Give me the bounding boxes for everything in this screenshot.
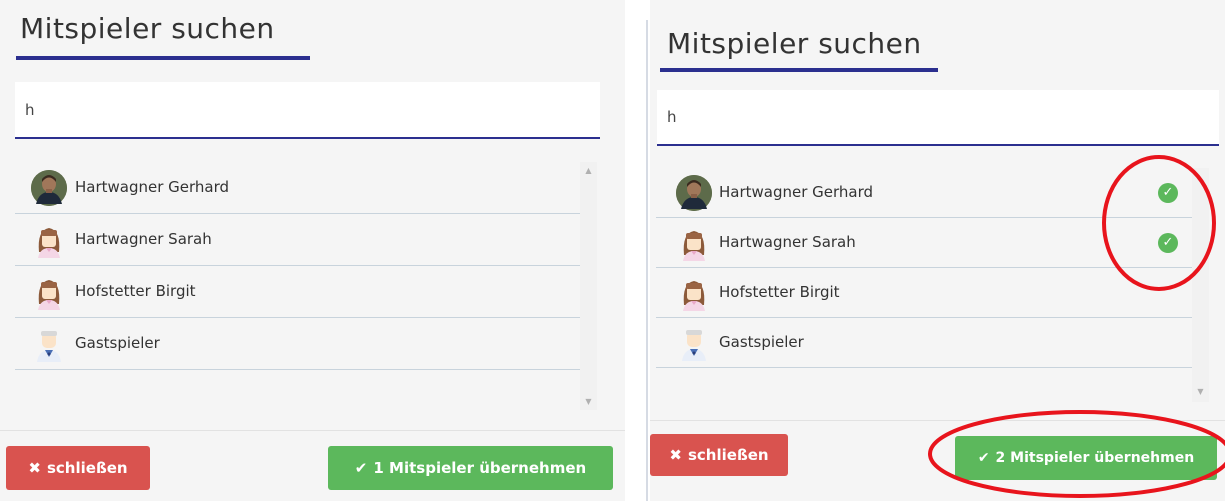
search-input[interactable] [657,90,1219,146]
scroll-up-icon[interactable]: ▲ [580,166,597,175]
list-item[interactable]: Hartwagner Sarah [15,214,580,266]
guest-avatar-icon [31,326,67,362]
footer-divider [650,420,1225,421]
list-item[interactable]: Hartwagner Gerhard [15,162,580,214]
player-name: Hofstetter Birgit [75,282,196,300]
list-item[interactable]: Gastspieler [15,318,580,370]
player-name: Hofstetter Birgit [719,283,840,301]
photo-avatar-icon [676,175,712,211]
player-name: Hartwagner Gerhard [719,183,874,201]
female-avatar-icon [676,275,712,311]
scroll-down-icon[interactable]: ▼ [1192,387,1209,396]
female-avatar-icon [676,225,712,261]
list-item[interactable]: Hartwagner Gerhard ✓ [656,168,1192,218]
search-input[interactable] [15,82,600,139]
confirm-button[interactable]: ✔ 2 Mitspieler übernehmen [955,436,1217,480]
list-item[interactable]: Hartwagner Sarah ✓ [656,218,1192,268]
player-list[interactable]: Hartwagner Gerhard ✓ Hartwagner Sarah ✓ … [656,168,1192,380]
player-name: Gastspieler [75,334,160,352]
female-avatar-icon [31,274,67,310]
player-name: Gastspieler [719,333,804,351]
search-dialog-after: Mitspieler suchen Hartwagner Gerhard ✓ H… [650,0,1225,501]
scrollbar[interactable]: ▼ [1192,168,1209,402]
check-icon: ✔ [354,459,368,477]
player-list[interactable]: Hartwagner Gerhard Hartwagner Sarah Hofs… [15,162,580,410]
footer-divider [0,430,625,431]
check-circle-icon: ✓ [1158,233,1178,253]
player-name: Hartwagner Sarah [719,233,856,251]
check-icon: ✔ [977,450,990,466]
photo-avatar-icon [31,170,67,206]
close-button[interactable]: ✖ schließen [650,434,788,476]
search-dialog-before: Mitspieler suchen Hartwagner Gerhard Har… [0,0,625,501]
panel-separator [646,20,648,501]
player-name: Hartwagner Gerhard [75,178,230,196]
scroll-down-icon[interactable]: ▼ [580,397,597,406]
title-underline [16,56,310,60]
page-title: Mitspieler suchen [20,12,275,45]
list-item[interactable]: Hofstetter Birgit [656,268,1192,318]
confirm-button[interactable]: ✔ 1 Mitspieler übernehmen [328,446,613,490]
x-icon: ✖ [28,459,41,477]
check-circle-icon: ✓ [1158,183,1178,203]
scrollbar[interactable]: ▲ ▼ [580,162,597,410]
guest-avatar-icon [676,325,712,361]
title-underline [660,68,938,72]
player-name: Hartwagner Sarah [75,230,212,248]
female-avatar-icon [31,222,67,258]
close-button[interactable]: ✖ schließen [6,446,150,490]
page-title: Mitspieler suchen [667,27,922,60]
list-item[interactable]: Gastspieler [656,318,1192,368]
x-icon: ✖ [669,446,682,464]
list-item[interactable]: Hofstetter Birgit [15,266,580,318]
